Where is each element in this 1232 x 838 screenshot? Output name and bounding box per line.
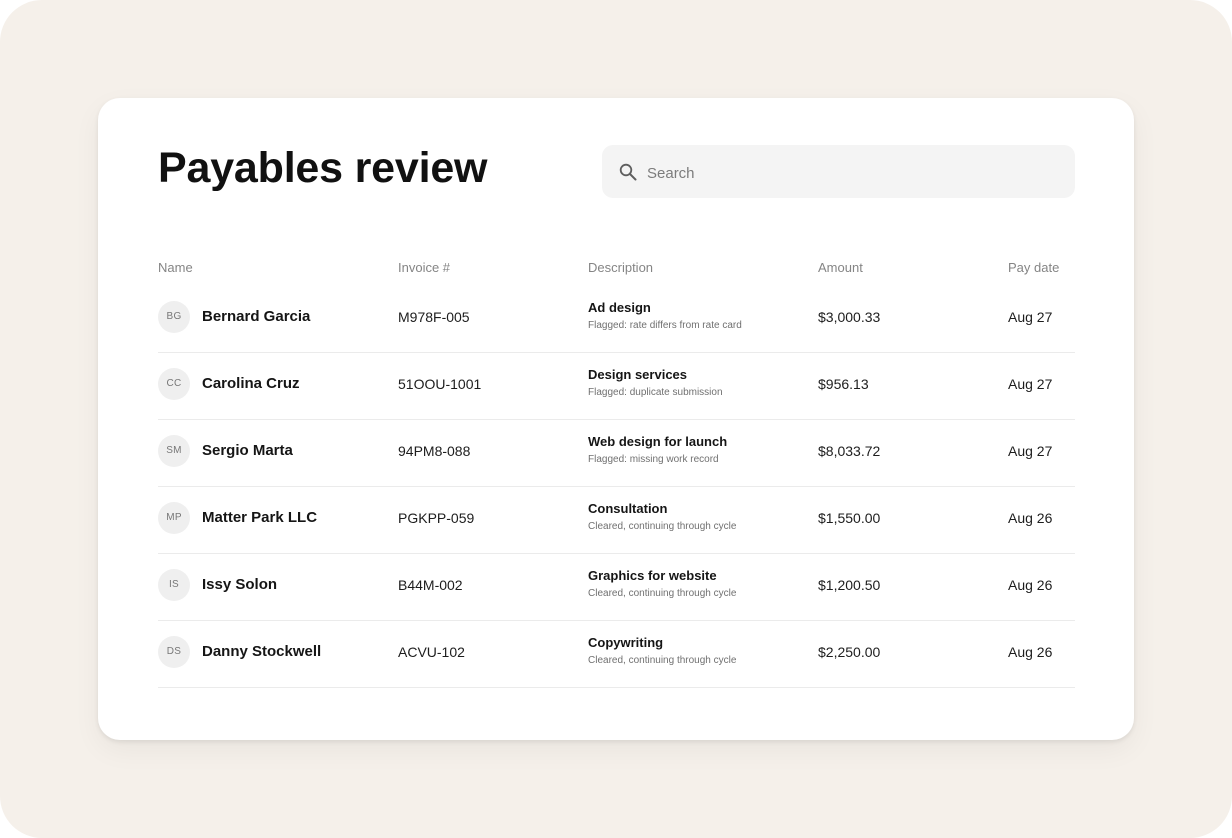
column-header-amount[interactable]: Amount — [818, 260, 863, 275]
search-icon — [619, 163, 637, 181]
amount: $956.13 — [818, 376, 869, 392]
page-title: Payables review — [158, 144, 488, 192]
table-header: Name Invoice # Description Amount Pay da… — [158, 248, 1075, 286]
description-note: Cleared, continuing through cycle — [588, 588, 737, 599]
description-title: Graphics for website — [588, 568, 717, 583]
invoice-number: B44M-002 — [398, 577, 463, 593]
description-title: Web design for launch — [588, 434, 728, 449]
payee-name: Carolina Cruz — [202, 375, 300, 392]
search-bar[interactable] — [602, 145, 1075, 198]
description-note: Cleared, continuing through cycle — [588, 521, 737, 532]
pay-date: Aug 26 — [1008, 644, 1053, 660]
invoice-number: ACVU-102 — [398, 644, 465, 660]
column-header-pay-date[interactable]: Pay date — [1008, 260, 1059, 275]
avatar: DS — [158, 636, 190, 668]
column-header-description[interactable]: Description — [588, 260, 653, 275]
avatar: IS — [158, 569, 190, 601]
table-row[interactable]: MP Matter Park LLC PGKPP-059 Consultatio… — [158, 487, 1075, 554]
description-title: Consultation — [588, 501, 668, 516]
amount: $1,550.00 — [818, 510, 881, 526]
pay-date: Aug 27 — [1008, 443, 1053, 459]
amount: $8,033.72 — [818, 443, 881, 459]
amount: $1,200.50 — [818, 577, 881, 593]
avatar: SM — [158, 435, 190, 467]
description-note: Cleared, continuing through cycle — [588, 655, 737, 666]
column-header-name[interactable]: Name — [158, 260, 193, 275]
column-header-invoice[interactable]: Invoice # — [398, 260, 450, 275]
backdrop: Payables review Name Invoice # Descripti… — [0, 0, 1232, 838]
invoice-number: PGKPP-059 — [398, 510, 475, 526]
invoice-number: M978F-005 — [398, 309, 470, 325]
description-note: Flagged: rate differs from rate card — [588, 320, 742, 331]
payee-name: Issy Solon — [202, 576, 278, 593]
pay-date: Aug 27 — [1008, 309, 1053, 325]
payee-name: Bernard Garcia — [202, 308, 311, 325]
table-row[interactable]: DS Danny Stockwell ACVU-102 Copywriting … — [158, 621, 1075, 688]
payables-table: Name Invoice # Description Amount Pay da… — [158, 248, 1075, 688]
table-row[interactable]: CC Carolina Cruz 51OOU-1001 Design servi… — [158, 353, 1075, 420]
amount: $3,000.33 — [818, 309, 881, 325]
pay-date: Aug 26 — [1008, 577, 1053, 593]
payee-name: Sergio Marta — [202, 442, 293, 459]
invoice-number: 94PM8-088 — [398, 443, 471, 459]
payables-card: Payables review Name Invoice # Descripti… — [98, 98, 1134, 740]
search-input[interactable] — [645, 159, 1059, 187]
pay-date: Aug 26 — [1008, 510, 1053, 526]
description-title: Design services — [588, 367, 688, 382]
payee-name: Danny Stockwell — [202, 643, 322, 660]
amount: $2,250.00 — [818, 644, 881, 660]
description-title: Copywriting — [588, 635, 664, 650]
payee-name: Matter Park LLC — [202, 509, 318, 526]
table-row[interactable]: IS Issy Solon B44M-002 Graphics for webs… — [158, 554, 1075, 621]
table-row[interactable]: SM Sergio Marta 94PM8-088 Web design for… — [158, 420, 1075, 487]
description-title: Ad design — [588, 300, 651, 315]
description-note: Flagged: duplicate submission — [588, 387, 723, 398]
invoice-number: 51OOU-1001 — [398, 376, 482, 392]
avatar: BG — [158, 301, 190, 333]
table-row[interactable]: BG Bernard Garcia M978F-005 Ad design Fl… — [158, 286, 1075, 353]
avatar: CC — [158, 368, 190, 400]
description-note: Flagged: missing work record — [588, 454, 719, 465]
pay-date: Aug 27 — [1008, 376, 1053, 392]
avatar: MP — [158, 502, 190, 534]
